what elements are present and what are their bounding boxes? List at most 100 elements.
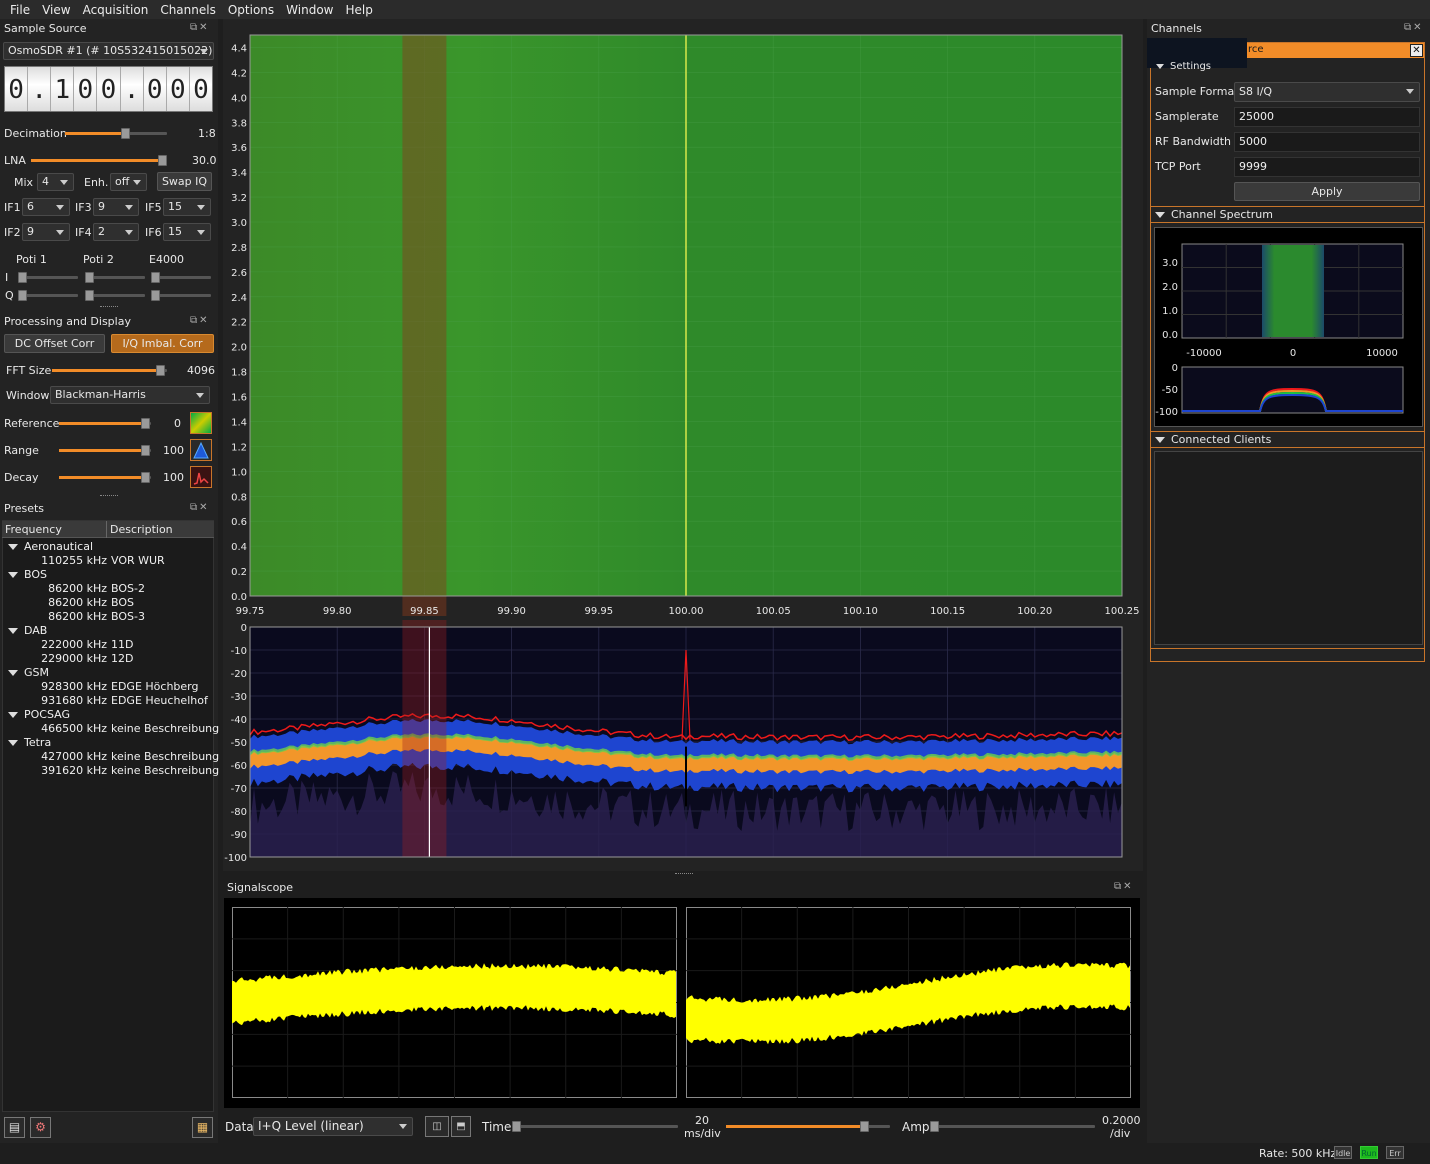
channel-spectrum[interactable]: 0 -50 -100: [1155, 363, 1422, 426]
menu-options[interactable]: Options: [222, 3, 280, 17]
e4000-i-slider[interactable]: [151, 272, 211, 283]
reference-slider[interactable]: [59, 418, 151, 429]
if6-select[interactable]: 15: [163, 223, 211, 241]
sample-format-select[interactable]: S8 I/Q: [1234, 82, 1420, 102]
window-select[interactable]: Blackman-Harris: [50, 386, 210, 404]
range-slider[interactable]: [59, 445, 151, 456]
mix-select[interactable]: 4: [37, 173, 74, 191]
if4-select[interactable]: 2: [93, 223, 139, 241]
freq-digit[interactable]: 1: [51, 67, 75, 111]
dock-float-close-icon[interactable]: ⧉✕: [190, 502, 210, 513]
lna-slider[interactable]: [31, 155, 167, 166]
expand-icon[interactable]: [8, 670, 18, 676]
dock-float-close-icon[interactable]: ⧉✕: [1404, 22, 1424, 33]
apply-button[interactable]: Apply: [1234, 182, 1420, 201]
preset-description[interactable]: EDGE Höchberg: [111, 680, 198, 693]
dock-float-close-icon[interactable]: ⧉✕: [190, 315, 210, 326]
poti2-i-slider[interactable]: [85, 272, 145, 283]
preset-frequency[interactable]: 86200 kHz: [48, 610, 107, 623]
preset-description[interactable]: BOS-2: [111, 582, 145, 595]
rf-bandwidth-input[interactable]: 5000: [1234, 132, 1420, 152]
preset-frequency[interactable]: 222000 kHz: [41, 638, 107, 651]
channel-close-icon[interactable]: ✕: [1410, 44, 1423, 57]
expand-icon[interactable]: [8, 628, 18, 634]
decimation-slider[interactable]: [65, 128, 167, 139]
menu-file[interactable]: File: [4, 3, 36, 17]
freq-digit[interactable]: 0: [144, 67, 167, 111]
swap-iq-button[interactable]: Swap IQ: [157, 172, 212, 191]
delete-preset-icon[interactable]: ⚙: [30, 1117, 51, 1138]
decay-slider[interactable]: [59, 472, 151, 483]
col-frequency[interactable]: Frequency: [5, 523, 62, 536]
preset-description[interactable]: 12D: [111, 652, 133, 665]
tcp-port-input[interactable]: 9999: [1234, 157, 1420, 177]
preset-frequency[interactable]: 466500 kHz: [41, 722, 107, 735]
splitter-handle[interactable]: [100, 306, 118, 308]
if3-select[interactable]: 9: [93, 198, 139, 216]
poti1-i-slider[interactable]: [18, 272, 78, 283]
freq-digit[interactable]: 0: [97, 67, 121, 111]
preset-description[interactable]: 11D: [111, 638, 133, 651]
freq-digit[interactable]: 0: [5, 67, 29, 111]
preset-description[interactable]: keine Beschreibung: [111, 750, 219, 763]
if1-select[interactable]: 6: [22, 198, 70, 216]
time-slider[interactable]: [512, 1121, 678, 1132]
menu-acquisition[interactable]: Acquisition: [77, 3, 155, 17]
freq-digit[interactable]: 0: [74, 67, 98, 111]
col-description[interactable]: Description: [110, 523, 173, 536]
samplerate-input[interactable]: 25000: [1234, 107, 1420, 127]
scope-channel-q[interactable]: [686, 907, 1131, 1098]
amp-slider[interactable]: [930, 1121, 1095, 1132]
save-preset-icon[interactable]: ▤: [4, 1117, 25, 1138]
amp-level-slider[interactable]: [726, 1121, 890, 1132]
dc-offset-button[interactable]: DC Offset Corr: [4, 334, 105, 353]
split-horizontal-icon[interactable]: ◫: [425, 1116, 449, 1137]
expand-icon[interactable]: [8, 544, 18, 550]
preset-frequency[interactable]: 110255 kHz: [41, 554, 107, 567]
poti2-q-slider[interactable]: [85, 290, 145, 301]
preset-group[interactable]: GSM: [8, 666, 49, 679]
preset-group[interactable]: BOS: [8, 568, 47, 581]
splitter-handle[interactable]: [675, 873, 693, 875]
preset-description[interactable]: EDGE Heuchelhof: [111, 694, 208, 707]
split-vertical-icon[interactable]: ⬒: [451, 1116, 471, 1137]
if2-select[interactable]: 9: [22, 223, 70, 241]
preset-frequency[interactable]: 427000 kHz: [41, 750, 107, 763]
preset-description[interactable]: BOS: [111, 596, 134, 609]
preset-description[interactable]: keine Beschreibung: [111, 722, 219, 735]
menu-view[interactable]: View: [36, 3, 76, 17]
preset-frequency[interactable]: 391620 kHz: [41, 764, 107, 777]
freq-digit[interactable]: 0: [190, 67, 212, 111]
dock-float-close-icon[interactable]: ⧉✕: [1114, 881, 1134, 892]
waterfall-color-icon[interactable]: [190, 412, 212, 434]
e4000-q-slider[interactable]: [151, 290, 211, 301]
expand-icon[interactable]: [8, 572, 18, 578]
connected-clients-header[interactable]: Connected Clients: [1155, 433, 1271, 446]
frequency-display[interactable]: 0 . 1 0 0 . 0 0 0: [4, 66, 213, 112]
preset-group[interactable]: Aeronautical: [8, 540, 93, 553]
enh-select[interactable]: off: [110, 173, 147, 191]
menu-window[interactable]: Window: [280, 3, 339, 17]
splitter-handle[interactable]: [100, 495, 118, 497]
preset-frequency[interactable]: 931680 kHz: [41, 694, 107, 707]
preset-frequency[interactable]: 86200 kHz: [48, 596, 107, 609]
preset-group[interactable]: Tetra: [8, 736, 51, 749]
preset-frequency[interactable]: 229000 kHz: [41, 652, 107, 665]
spectrum-display[interactable]: 0 -10 -20 -30 -40 -50 -60 -70 -80 -90 -100: [223, 620, 1143, 870]
iq-imbalance-button[interactable]: I/Q Imbal. Corr: [111, 334, 214, 353]
channel-spectrum-header[interactable]: Channel Spectrum: [1155, 208, 1273, 221]
if5-select[interactable]: 15: [163, 198, 211, 216]
preset-description[interactable]: BOS-3: [111, 610, 145, 623]
open-folder-icon[interactable]: ▦: [192, 1117, 213, 1138]
channel-waterfall[interactable]: 3.0 2.0 1.0 0.0 -10000 0 10000: [1155, 228, 1422, 363]
scope-channel-i[interactable]: [232, 907, 677, 1098]
preset-frequency[interactable]: 928300 kHz: [41, 680, 107, 693]
decay-trace-icon[interactable]: [190, 466, 212, 488]
preset-description[interactable]: keine Beschreibung: [111, 764, 219, 777]
preset-group[interactable]: POCSAG: [8, 708, 70, 721]
settings-header[interactable]: Settings: [1156, 61, 1211, 72]
preset-group[interactable]: DAB: [8, 624, 47, 637]
expand-icon[interactable]: [8, 740, 18, 746]
menu-channels[interactable]: Channels: [154, 3, 222, 17]
spectrum-peak-icon[interactable]: [190, 439, 212, 461]
